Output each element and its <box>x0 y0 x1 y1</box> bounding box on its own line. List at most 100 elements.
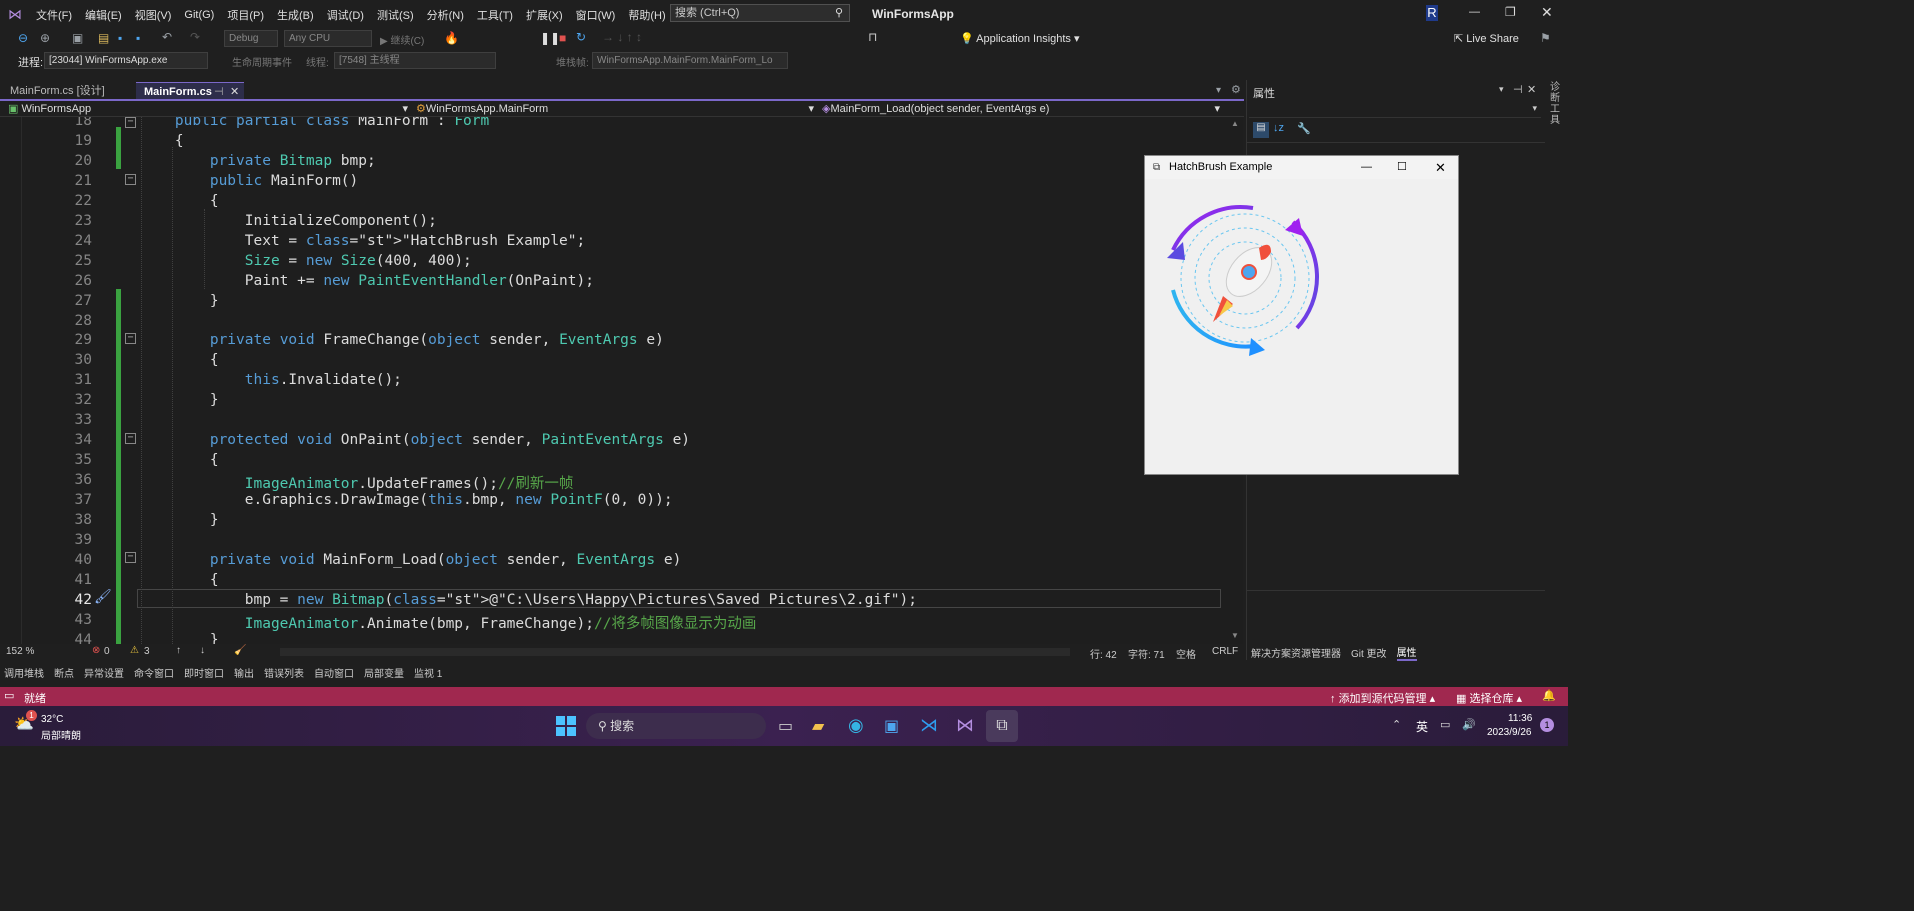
hatchbrush-window[interactable]: ⧉ HatchBrush Example — ☐ ✕ <box>1144 155 1459 475</box>
property-pages-icon[interactable]: 🔧 <box>1297 122 1311 135</box>
undo-icon[interactable]: ↶ <box>162 30 172 44</box>
nav-up-icon[interactable]: ↑ <box>176 645 181 656</box>
whitespace-mode[interactable]: 空格 <box>1176 646 1196 661</box>
form-title-bar[interactable]: ⧉ HatchBrush Example — ☐ ✕ <box>1145 156 1458 179</box>
config-select[interactable]: Debug <box>224 30 278 47</box>
notification-bell-icon[interactable]: 🔔 <box>1542 689 1556 702</box>
menu-window[interactable]: 窗口(W) <box>576 7 616 23</box>
menu-edit[interactable]: 编辑(E) <box>85 7 122 23</box>
stop-icon[interactable]: ■ <box>559 31 566 45</box>
alphabetical-icon[interactable]: ↓z <box>1273 122 1284 134</box>
source-control-button[interactable]: ↑ 添加到源代码管理 ▴ <box>1330 690 1435 706</box>
code-line[interactable]: private void FrameChange(object sender, … <box>140 332 664 348</box>
code-line[interactable]: public MainForm() <box>140 173 358 189</box>
fold-toggle-icon[interactable]: − <box>125 117 136 128</box>
menu-debug[interactable]: 调试(D) <box>327 7 364 23</box>
close-icon[interactable]: ✕ <box>1541 4 1553 21</box>
menu-project[interactable]: 项目(P) <box>227 7 264 23</box>
form-minimize-icon[interactable]: — <box>1361 156 1372 179</box>
code-line[interactable]: private Bitmap bmp; <box>140 153 376 169</box>
save-all-icon[interactable]: ▪ <box>136 31 140 45</box>
form-close-icon[interactable]: ✕ <box>1435 156 1446 179</box>
weather-widget[interactable]: ⛅ 1 32°C 局部晴朗 <box>14 710 94 742</box>
code-line[interactable]: { <box>140 133 184 149</box>
code-line[interactable]: InitializeComponent(); <box>140 213 437 229</box>
file-explorer-icon[interactable]: ▰ <box>812 716 824 736</box>
search-input[interactable]: 搜索 (Ctrl+Q) ⚲ <box>670 4 850 22</box>
back-icon[interactable]: ⊖ <box>18 31 28 45</box>
code-line[interactable]: this.Invalidate(); <box>140 372 402 388</box>
project-dropdown[interactable]: ▣ WinFormsApp ▾ <box>8 102 408 116</box>
continue-button[interactable]: ▶ 继续(C) <box>380 32 424 47</box>
menu-tools[interactable]: 工具(T) <box>477 7 513 23</box>
code-line[interactable]: ImageAnimator.Animate(bmp, FrameChange);… <box>140 612 757 633</box>
tray-overflow-icon[interactable]: ⌃ <box>1392 718 1401 731</box>
process-select[interactable]: [23044] WinFormsApp.exe <box>44 52 208 69</box>
ime-indicator[interactable]: 英 <box>1416 718 1428 735</box>
nav-down-icon[interactable]: ↓ <box>200 645 205 656</box>
select-repo-button[interactable]: ▦ 选择仓库 ▴ <box>1456 690 1522 706</box>
clock-date[interactable]: 2023/9/26 <box>1487 727 1532 738</box>
code-line[interactable]: protected void OnPaint(object sender, Pa… <box>140 432 690 448</box>
code-line[interactable]: { <box>140 452 219 468</box>
breakpoint-margin[interactable] <box>0 117 22 644</box>
tab-properties[interactable]: 属性 <box>1396 644 1417 661</box>
edge-icon[interactable]: ◉ <box>848 715 864 736</box>
tab-designer[interactable]: MainForm.cs [设计] <box>2 82 113 100</box>
task-view-icon[interactable]: ▭ <box>778 716 793 736</box>
line-ending[interactable]: CRLF <box>1212 646 1238 657</box>
panel-close-icon[interactable]: ✕ <box>1527 83 1536 96</box>
taskbar-search[interactable]: ⚲ 搜索 <box>586 713 766 739</box>
bookmark-icon[interactable]: ⊓ <box>868 30 877 44</box>
vscode-icon[interactable]: ⋊ <box>920 715 938 736</box>
tab-error-list[interactable]: 错误列表 <box>264 665 304 680</box>
minimize-icon[interactable]: — <box>1469 6 1480 18</box>
hot-reload-icon[interactable]: 🔥 <box>444 31 459 45</box>
form-maximize-icon[interactable]: ☐ <box>1397 156 1407 179</box>
tab-breakpoints[interactable]: 断点 <box>54 665 74 680</box>
code-line[interactable]: { <box>140 572 219 588</box>
new-project-icon[interactable]: ▣ <box>72 31 83 45</box>
code-line[interactable]: bmp = new Bitmap(class="st">@"C:\Users\H… <box>140 592 917 608</box>
code-line[interactable]: e.Graphics.DrawImage(this.bmp, new Point… <box>140 492 673 508</box>
code-line[interactable]: public partial class MainForm : Form <box>140 117 489 129</box>
horizontal-scrollbar[interactable] <box>280 648 1070 656</box>
code-line[interactable]: } <box>140 632 219 644</box>
scroll-up-icon[interactable]: ▲ <box>1231 119 1239 128</box>
store-icon[interactable]: ▣ <box>884 716 899 736</box>
code-line[interactable]: private void MainForm_Load(object sender… <box>140 552 681 568</box>
tab-mainform-cs[interactable]: MainForm.cs ⊣ ✕ <box>136 82 244 100</box>
platform-select[interactable]: Any CPU <box>284 30 372 47</box>
lifecycle-events[interactable]: 生命周期事件 <box>232 54 292 69</box>
volume-icon[interactable]: 🔊 <box>1462 718 1476 731</box>
save-icon[interactable]: ▪ <box>118 31 122 45</box>
menu-file[interactable]: 文件(F) <box>36 7 72 23</box>
tab-command-window[interactable]: 命令窗口 <box>134 665 174 680</box>
class-dropdown[interactable]: ⚙WinFormsApp.MainForm ▾ <box>416 102 814 116</box>
visual-studio-icon[interactable]: ⋈ <box>956 715 974 736</box>
tab-immediate-window[interactable]: 即时窗口 <box>184 665 224 680</box>
cleanup-icon[interactable]: 🧹 <box>234 645 246 656</box>
panel-menu-icon[interactable]: ▾ <box>1499 84 1504 95</box>
menu-git[interactable]: Git(G) <box>184 9 214 21</box>
winform-app-icon[interactable]: ⧉ <box>986 710 1018 742</box>
open-icon[interactable]: ▤ <box>98 31 109 45</box>
menu-extensions[interactable]: 扩展(X) <box>526 7 563 23</box>
tab-autos[interactable]: 自动窗口 <box>314 665 354 680</box>
gear-icon[interactable]: ⚙ <box>1231 83 1241 97</box>
redo-icon[interactable]: ↷ <box>190 30 200 44</box>
code-line[interactable]: } <box>140 392 219 408</box>
feedback-icon[interactable]: ⚑ <box>1540 31 1551 45</box>
tab-exception-settings[interactable]: 异常设置 <box>84 665 124 680</box>
fold-toggle-icon[interactable]: − <box>125 433 136 444</box>
warning-count[interactable]: 3 <box>144 646 150 657</box>
panel-pin-icon[interactable]: ⊣ <box>1513 83 1523 96</box>
restart-icon[interactable]: ↻ <box>576 30 586 44</box>
code-line[interactable]: { <box>140 193 219 209</box>
menu-test[interactable]: 测试(S) <box>377 7 414 23</box>
app-insights-button[interactable]: 💡 Application Insights ▾ <box>960 32 1080 45</box>
code-line[interactable]: Paint += new PaintEventHandler(OnPaint); <box>140 273 594 289</box>
fold-toggle-icon[interactable]: − <box>125 333 136 344</box>
fold-toggle-icon[interactable]: − <box>125 174 136 185</box>
user-avatar[interactable]: R <box>1426 5 1438 21</box>
